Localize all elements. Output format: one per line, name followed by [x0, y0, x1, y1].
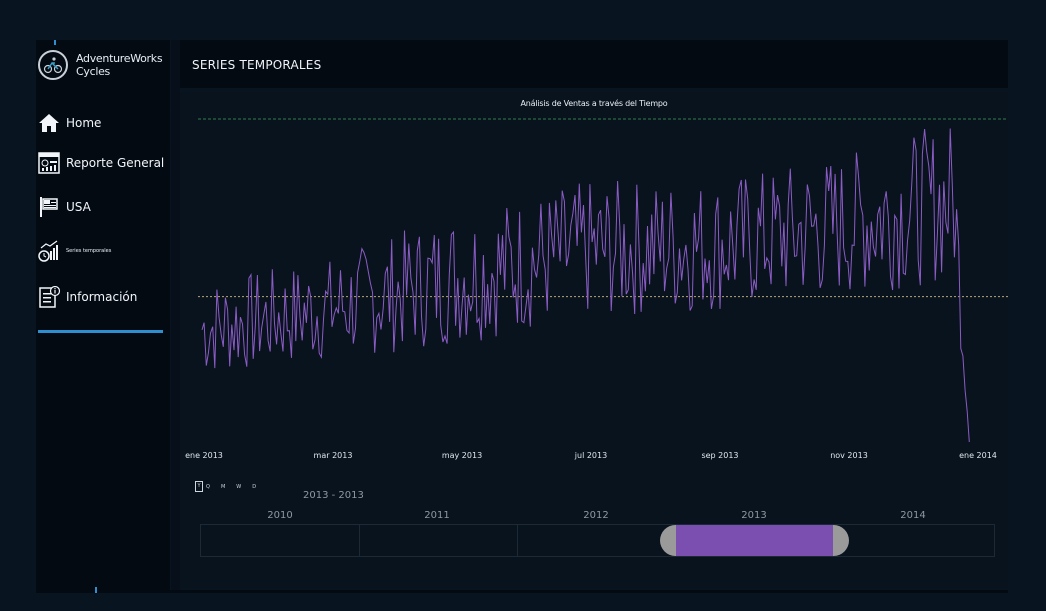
dashboard-icon [38, 152, 60, 174]
cyclist-logo-icon [38, 50, 68, 80]
home-icon [38, 112, 60, 134]
nav-label-series-temporales: Series temporales [66, 248, 112, 254]
sidebar: AdventureWorks Cycles Home Reporte Gener… [36, 40, 170, 590]
accent-tick-bottom [95, 587, 97, 593]
main-panel: Análisis de Ventas a través del Tiempo e… [180, 92, 1008, 588]
nav-label-usa: USA [66, 200, 91, 214]
x-tick-label: jul 2013 [574, 451, 607, 460]
page-title: SERIES TEMPORALES [192, 58, 322, 72]
time-level-day[interactable]: D [252, 484, 256, 490]
brand[interactable]: AdventureWorks Cycles [38, 50, 163, 80]
sales-line-chart[interactable]: ene 2013 mar 2013 may 2013 jul 2013 sep 2013… [180, 92, 1008, 472]
time-level-controls[interactable]: Y Q M W D [195, 481, 267, 492]
nav-item-reporte-general[interactable]: Reporte General [38, 152, 164, 174]
info-document-icon [38, 286, 60, 308]
time-level-quarter[interactable]: Q [206, 484, 210, 490]
nav-label-informacion: Información [66, 290, 138, 304]
sidebar-divider [38, 330, 163, 333]
brand-name-line1: AdventureWorks [76, 52, 163, 65]
slicer-year-2013[interactable]: 2013 [724, 510, 784, 521]
nav-item-series-temporales[interactable]: Series temporales [38, 240, 111, 262]
slicer-year-2011[interactable]: 2011 [407, 510, 467, 521]
sales-series-line [201, 128, 970, 443]
x-tick-label: ene 2014 [959, 451, 997, 460]
x-tick-label: ene 2013 [185, 451, 223, 460]
flag-icon [38, 196, 60, 218]
slicer-year-2014[interactable]: 2014 [883, 510, 943, 521]
time-level-year[interactable]: Y [195, 481, 203, 492]
nav-item-usa[interactable]: USA [38, 196, 91, 218]
accent-tick-top [54, 40, 56, 45]
period-label: 2013 - 2013 [303, 490, 364, 501]
nav-item-home[interactable]: Home [38, 112, 101, 134]
time-level-week[interactable]: W [236, 484, 241, 490]
gutter [171, 40, 180, 590]
nav-item-informacion[interactable]: Información [38, 286, 137, 308]
brand-name-line2: Cycles [76, 65, 110, 78]
x-tick-label: may 2013 [442, 451, 482, 460]
nav-label-home: Home [66, 116, 102, 130]
nav-label-reporte-general: Reporte General [66, 156, 165, 170]
x-tick-label: nov 2013 [830, 451, 868, 460]
slicer-year-2012[interactable]: 2012 [566, 510, 626, 521]
timeline-slicer[interactable] [200, 524, 995, 557]
time-level-month[interactable]: M [221, 484, 225, 490]
slicer-divider [359, 525, 360, 556]
x-tick-label: sep 2013 [701, 451, 738, 460]
page-header: SERIES TEMPORALES [180, 40, 1008, 88]
x-tick-label: mar 2013 [314, 451, 353, 460]
slicer-year-2010[interactable]: 2010 [250, 510, 310, 521]
slicer-selection-2013[interactable] [675, 525, 833, 556]
slicer-handle-left[interactable] [660, 525, 676, 556]
footer-bar [36, 590, 1008, 593]
timeseries-icon [38, 240, 60, 262]
slicer-divider [517, 525, 518, 556]
slicer-handle-right[interactable] [833, 525, 849, 556]
